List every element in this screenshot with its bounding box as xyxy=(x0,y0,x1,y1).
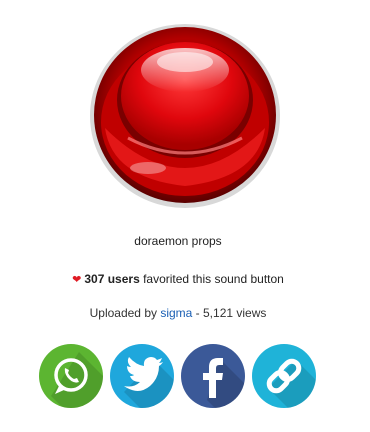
twitter-icon xyxy=(124,357,174,408)
uploader-link[interactable]: sigma xyxy=(160,306,192,320)
sound-title: doraemon props xyxy=(134,234,222,248)
share-link-button[interactable] xyxy=(252,344,316,408)
share-facebook-button[interactable] xyxy=(181,344,245,408)
favorites-count: 307 users xyxy=(84,272,140,286)
play-sound-button[interactable] xyxy=(88,18,282,210)
favorites-suffix: favorited this sound button xyxy=(139,272,284,286)
share-twitter-button[interactable] xyxy=(110,344,174,408)
heart-icon: ❤ xyxy=(72,274,82,286)
upload-prefix: Uploaded by xyxy=(89,306,161,320)
views-text: - 5,121 views xyxy=(192,306,267,320)
share-whatsapp-button[interactable] xyxy=(39,344,103,408)
link-icon xyxy=(266,358,316,408)
facebook-icon xyxy=(203,358,245,408)
whatsapp-icon xyxy=(51,352,103,408)
upload-info: Uploaded by sigma - 5,121 views xyxy=(0,306,356,320)
favorites-line: ❤ 307 users favorited this sound button xyxy=(0,272,356,286)
red-button-icon xyxy=(90,24,280,208)
